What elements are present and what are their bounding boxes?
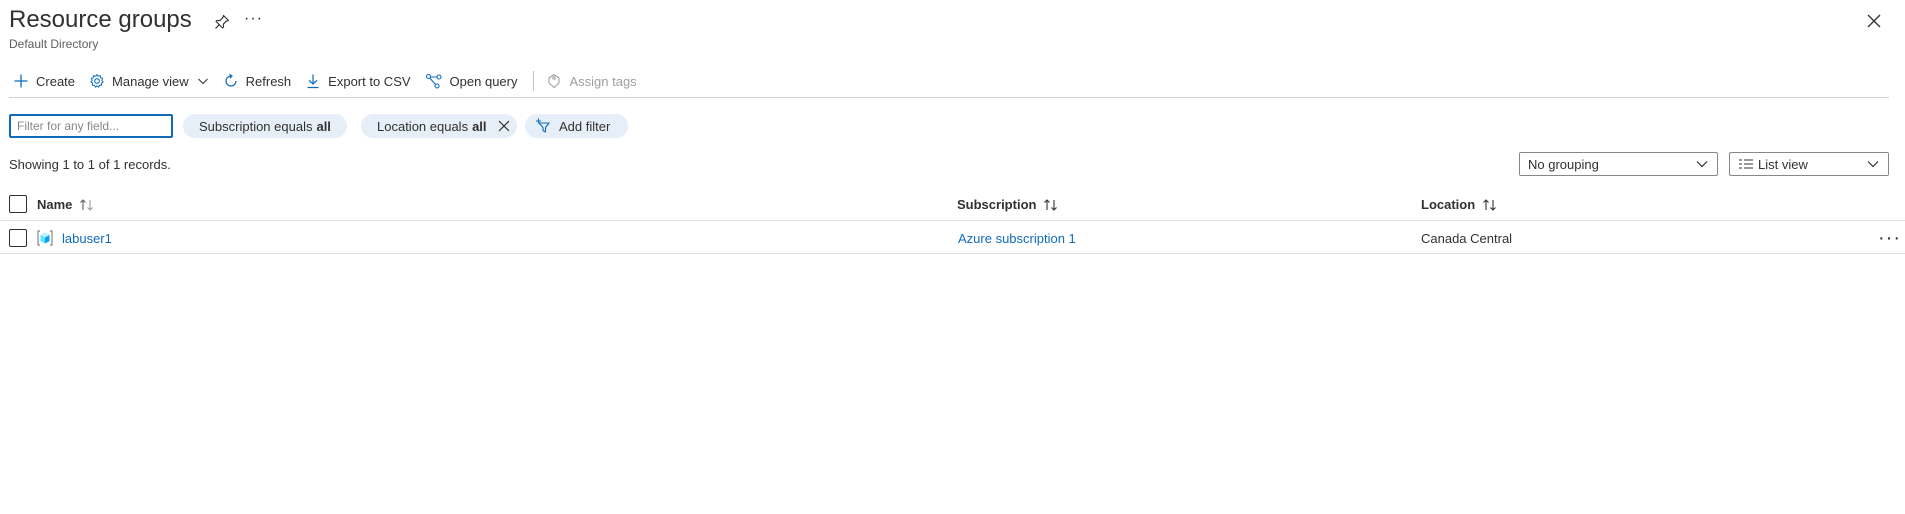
download-icon xyxy=(307,74,319,89)
view-dropdown[interactable]: List view xyxy=(1729,152,1889,176)
query-icon xyxy=(425,73,442,89)
tag-icon xyxy=(548,73,561,89)
create-button[interactable]: Create xyxy=(9,68,81,94)
column-subscription-label: Subscription xyxy=(957,197,1037,212)
column-header-location[interactable]: Location xyxy=(1421,197,1498,212)
assign-tags-label: Assign tags xyxy=(569,73,637,89)
add-filter-button[interactable]: Add filter xyxy=(525,114,629,138)
more-icon[interactable]: ··· xyxy=(244,10,263,28)
location-cell: Canada Central xyxy=(1421,231,1513,246)
add-filter-label: Add filter xyxy=(559,118,611,134)
page-subtitle: Default Directory xyxy=(9,37,99,51)
open-query-button[interactable]: Open query xyxy=(421,68,524,94)
column-name-label: Name xyxy=(37,197,73,212)
sort-icon xyxy=(1044,198,1058,211)
location-filter-value: all xyxy=(472,118,487,134)
chevron-down-icon xyxy=(197,78,208,85)
location-filter-label: Location equals xyxy=(377,118,469,134)
grouping-dropdown[interactable]: No grouping xyxy=(1519,152,1718,176)
add-filter-icon xyxy=(536,118,550,133)
export-csv-label: Export to CSV xyxy=(328,73,411,89)
command-bar: Create Manage view Refresh Export to CSV… xyxy=(9,68,647,94)
toolbar-divider-line xyxy=(9,97,1889,98)
records-count: Showing 1 to 1 of 1 records. xyxy=(9,157,171,172)
create-label: Create xyxy=(36,73,76,89)
open-query-label: Open query xyxy=(449,73,518,89)
chevron-down-icon xyxy=(1867,161,1879,168)
pin-icon[interactable] xyxy=(213,13,231,31)
column-header-subscription[interactable]: Subscription xyxy=(957,197,1059,212)
page-title: Resource groups xyxy=(9,6,192,33)
export-csv-button[interactable]: Export to CSV xyxy=(301,68,416,94)
refresh-button[interactable]: Refresh xyxy=(219,68,298,94)
view-value: List view xyxy=(1758,156,1808,172)
row-more-icon[interactable]: ··· xyxy=(1878,228,1901,248)
refresh-label: Refresh xyxy=(245,73,292,89)
resource-group-icon xyxy=(36,229,54,250)
dismiss-icon[interactable] xyxy=(497,119,511,133)
gear-icon xyxy=(90,74,104,88)
select-all-checkbox[interactable] xyxy=(9,195,27,213)
close-icon[interactable] xyxy=(1865,12,1883,30)
table-header: Name Subscription Location xyxy=(0,191,1905,221)
table-row[interactable]: labuser1 Azure subscription 1 Canada Cen… xyxy=(0,222,1905,254)
resource-group-name-link[interactable]: labuser1 xyxy=(62,231,112,246)
manage-view-button[interactable]: Manage view xyxy=(85,68,215,94)
manage-view-label: Manage view xyxy=(112,73,189,89)
sort-icon xyxy=(80,198,94,211)
plus-icon xyxy=(14,74,28,88)
assign-tags-button[interactable]: Assign tags xyxy=(542,68,642,94)
subscription-filter-label: Subscription equals xyxy=(199,118,313,134)
subscription-filter-value: all xyxy=(316,118,331,134)
row-checkbox[interactable] xyxy=(9,229,27,247)
column-header-name[interactable]: Name xyxy=(37,197,95,212)
list-view-icon xyxy=(1739,159,1753,169)
subscription-link[interactable]: Azure subscription 1 xyxy=(958,231,1076,246)
sort-icon xyxy=(1483,198,1497,211)
refresh-icon xyxy=(225,73,237,87)
chevron-down-icon xyxy=(1696,161,1708,168)
location-filter-pill[interactable]: Location equals all xyxy=(361,114,517,138)
toolbar-divider xyxy=(533,71,535,91)
subscription-filter-pill[interactable]: Subscription equals all xyxy=(183,114,347,138)
column-location-label: Location xyxy=(1421,197,1476,212)
grouping-value: No grouping xyxy=(1528,156,1599,172)
filter-input[interactable] xyxy=(9,114,173,138)
